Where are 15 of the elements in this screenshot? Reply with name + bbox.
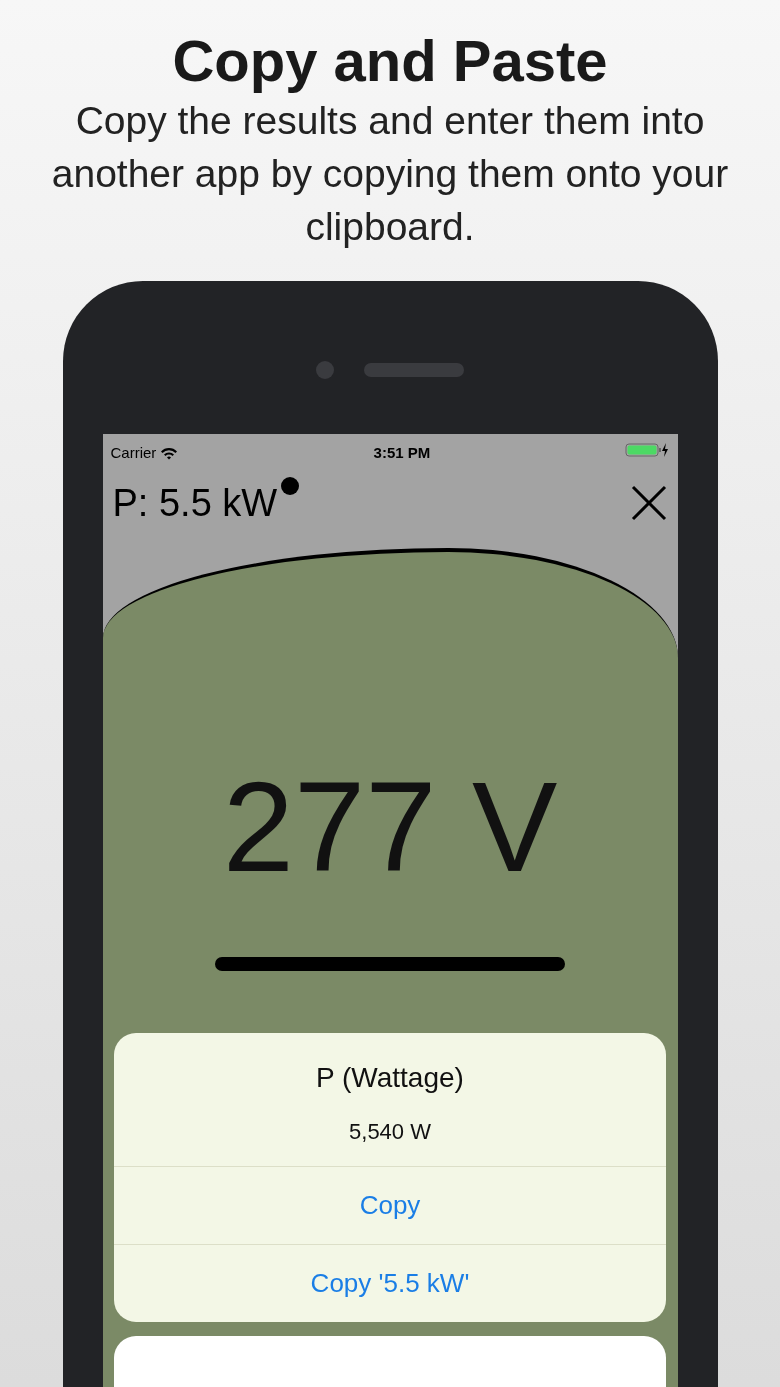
description: Copy the results and enter them into another app by copying them onto your clipboard. [50,98,730,250]
battery-icon [625,442,670,458]
speaker-icon [364,363,464,377]
reading-title: P: 5.5 kW [112,480,278,526]
wifi-icon [160,446,179,460]
sheet-message: 5,540 W [348,1118,432,1146]
close-icon[interactable] [629,484,668,522]
camera-icon [316,361,334,379]
carrier-label: Carrier [110,443,157,463]
status-time: 3:51 PM [373,443,431,463]
copy-action[interactable]: Copy [114,1166,666,1244]
headline: Copy and Paste [172,28,608,94]
voltage-reading: 277 V [222,757,558,897]
sheet-title: P (Wattage) [315,1061,465,1095]
copy-action[interactable]: Copy '5.5 kW' [114,1244,666,1322]
